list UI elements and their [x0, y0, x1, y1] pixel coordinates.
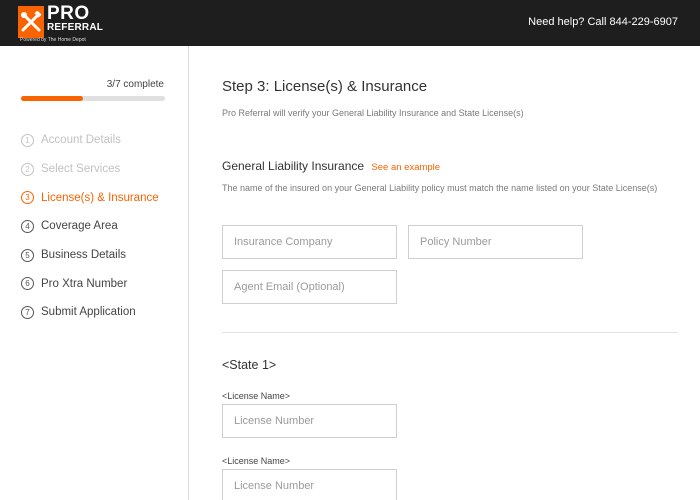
progress-bar	[21, 96, 165, 101]
logo-pro-text: PRO	[47, 3, 90, 24]
step-label: Business Details	[41, 249, 127, 262]
agent-email-input[interactable]	[222, 270, 397, 304]
step-number-badge: 4	[21, 219, 34, 233]
top-header: PRO REFERRAL Powered by The Home Depot N…	[0, 0, 700, 46]
progress-text: 3/7 complete	[106, 79, 164, 90]
progress-bar-fill	[21, 96, 83, 101]
logo-referral-text: REFERRAL	[47, 22, 104, 33]
general-liability-description: The name of the insured on your General …	[222, 183, 658, 193]
step-coverage-area[interactable]: 4 Coverage Area	[21, 212, 159, 241]
policy-number-input[interactable]	[408, 225, 583, 259]
page-subtitle: Pro Referral will verify your General Li…	[222, 108, 524, 118]
license-number-input-1[interactable]	[222, 404, 397, 438]
pro-referral-logo[interactable]: PRO REFERRAL Powered by The Home Depot	[18, 3, 103, 43]
step-pro-xtra-number[interactable]: 6 Pro Xtra Number	[21, 269, 159, 298]
step-label: License(s) & Insurance	[41, 191, 159, 204]
step-number-badge: 7	[21, 305, 34, 319]
step-licenses-insurance[interactable]: 3 License(s) & Insurance	[21, 183, 159, 212]
general-liability-heading: General Liability Insurance See an examp…	[222, 159, 440, 173]
step-select-services[interactable]: 2 Select Services	[21, 155, 159, 184]
state-heading: <State 1>	[222, 358, 277, 372]
step-label: Coverage Area	[41, 220, 118, 233]
step-label: Select Services	[41, 163, 121, 176]
license-number-input-2[interactable]	[222, 469, 397, 500]
general-liability-title: General Liability Insurance	[222, 159, 365, 173]
license-name-label: <License Name>	[222, 391, 291, 401]
step-number-badge: 6	[21, 277, 34, 291]
step-number-badge: 5	[21, 248, 34, 262]
step-number-badge: 2	[21, 162, 34, 176]
step-label: Submit Application	[41, 306, 136, 319]
step-number-badge: 1	[21, 133, 34, 147]
license-name-label: <License Name>	[222, 456, 291, 466]
insurance-company-input[interactable]	[222, 225, 397, 259]
step-business-details[interactable]: 5 Business Details	[21, 241, 159, 270]
step-label: Pro Xtra Number	[41, 277, 128, 290]
see-example-link[interactable]: See an example	[371, 162, 440, 173]
steps-list: 1 Account Details 2 Select Services 3 Li…	[21, 126, 159, 327]
tools-icon	[18, 6, 44, 38]
progress-sidebar: 3/7 complete 1 Account Details 2 Select …	[0, 46, 189, 500]
help-phone-text[interactable]: Need help? Call 844-229-6907	[528, 16, 678, 28]
step-label: Account Details	[41, 134, 121, 147]
section-divider	[222, 332, 678, 333]
page-title: Step 3: License(s) & Insurance	[222, 78, 428, 95]
step-account-details[interactable]: 1 Account Details	[21, 126, 159, 155]
step-submit-application[interactable]: 7 Submit Application	[21, 298, 159, 327]
step-number-badge: 3	[21, 191, 34, 205]
logo-powered-text: Powered by The Home Depot	[20, 37, 86, 43]
